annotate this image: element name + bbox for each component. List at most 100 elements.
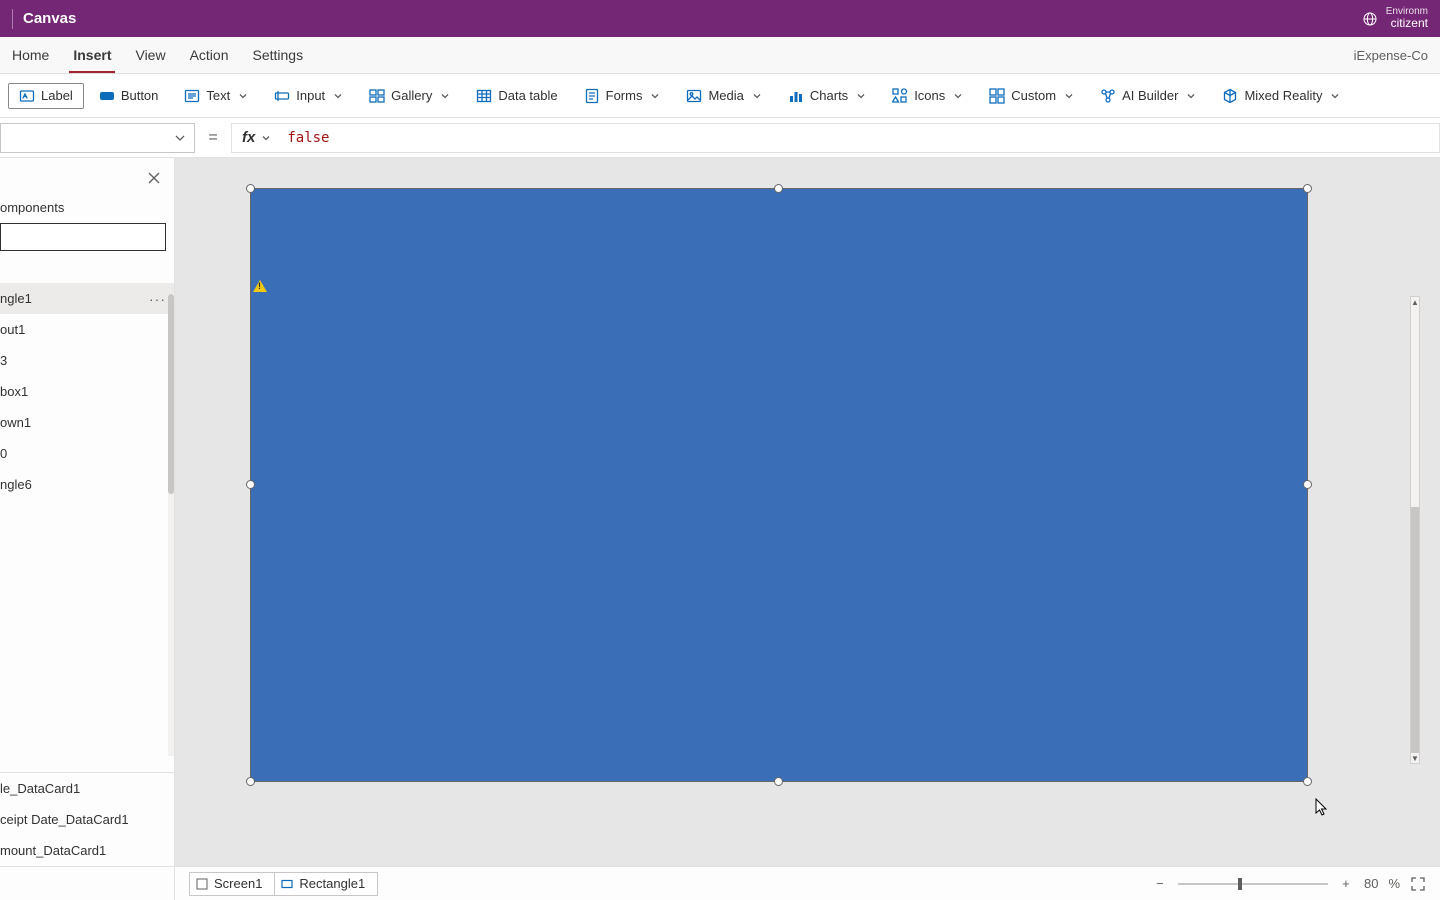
tree-item[interactable]: mount_DataCard1 [0,835,174,866]
icons-button[interactable]: Icons [881,83,974,109]
rectangle-icon [281,878,293,890]
button-button[interactable]: Button [88,83,170,109]
tab-action[interactable]: Action [178,37,241,73]
chevron-down-icon [856,91,866,101]
label-button[interactable]: Label [8,83,84,109]
tab-home[interactable]: Home [0,37,61,73]
title-bar-left: Canvas [12,9,76,29]
input-button[interactable]: Input [263,83,354,109]
app-name-label: iExpense-Co [1354,48,1432,63]
datatable-icon [476,88,492,104]
scroll-thumb[interactable] [1411,507,1419,753]
chevron-down-icon [1186,91,1196,101]
forms-button-text: Forms [606,88,643,103]
tree-item-label: ngle1 [0,291,32,306]
zoom-out-button[interactable]: − [1152,876,1168,892]
fullscreen-icon[interactable] [1410,876,1426,892]
forms-button[interactable]: Forms [573,83,672,109]
more-icon[interactable]: ··· [149,291,166,307]
tree-item[interactable]: box1 [0,376,174,407]
resize-handle[interactable] [246,777,255,786]
tree-item[interactable]: ngle1 ··· [0,283,174,314]
title-divider [12,9,13,29]
breadcrumb-label: Rectangle1 [299,876,365,891]
resize-handle[interactable] [1303,480,1312,489]
zoom-in-button[interactable]: + [1338,876,1354,892]
chevron-down-icon [333,91,343,101]
custom-button[interactable]: Custom [978,83,1085,109]
gallery-button-text: Gallery [391,88,432,103]
chevron-down-icon [261,133,271,143]
title-bar: Canvas Environm citizent [0,0,1440,37]
forms-icon [584,88,600,104]
chevron-down-icon [440,91,450,101]
breadcrumb: Screen1 Rectangle1 [189,872,378,896]
tree-item[interactable]: 0 [0,438,174,469]
resize-handle[interactable] [246,184,255,193]
tree-item[interactable]: le_DataCard1 [0,773,174,804]
media-icon [686,88,702,104]
menu-bar: Home Insert View Action Settings iExpens… [0,37,1440,74]
tab-view[interactable]: View [123,37,177,73]
media-button[interactable]: Media [675,83,772,109]
resize-handle[interactable] [774,184,783,193]
aibuilder-button[interactable]: AI Builder [1089,83,1207,109]
resize-handle[interactable] [1303,777,1312,786]
selected-rectangle[interactable] [250,188,1308,782]
tree-item-label: 0 [0,446,7,461]
breadcrumb-rectangle[interactable]: Rectangle1 [274,872,378,896]
tree-item-label: mount_DataCard1 [0,843,106,858]
scroll-up-icon[interactable]: ▲ [1411,297,1419,307]
property-dropdown[interactable] [0,123,195,153]
tree-item[interactable]: own1 [0,407,174,438]
media-button-text: Media [708,88,743,103]
environment-icon [1362,11,1378,27]
custom-icon [989,88,1005,104]
side-status-gap [0,866,175,900]
icons-icon [892,88,908,104]
zoom-value: 80 [1364,876,1378,891]
charts-button-text: Charts [810,88,848,103]
scroll-down-icon[interactable]: ▼ [1411,753,1419,763]
tab-insert[interactable]: Insert [61,37,123,73]
chevron-down-icon [1330,91,1340,101]
breadcrumb-screen[interactable]: Screen1 [189,872,275,896]
chevron-down-icon [953,91,963,101]
text-icon [184,88,200,104]
resize-handle[interactable] [246,480,255,489]
mixedreality-button[interactable]: Mixed Reality [1211,83,1351,109]
aibuilder-button-text: AI Builder [1122,88,1178,103]
canvas-area[interactable]: ▲ ▼ [175,158,1440,866]
close-icon[interactable] [146,170,162,186]
resize-handle[interactable] [1303,184,1312,193]
formula-input[interactable] [275,123,1440,153]
resize-handle[interactable] [774,777,783,786]
text-button[interactable]: Text [173,83,259,109]
environment-value: citizent [1386,17,1428,30]
chevron-down-icon [752,91,762,101]
fx-button[interactable]: fx [231,123,275,153]
tree-item[interactable]: ceipt Date_DataCard1 [0,804,174,835]
tab-settings[interactable]: Settings [241,37,316,73]
environment-badge[interactable]: Environm citizent [1362,6,1428,30]
tree-item[interactable]: 3 [0,345,174,376]
tree-item[interactable]: ngle6 [0,469,174,500]
datatable-button[interactable]: Data table [465,83,568,109]
tree-bottom-list: le_DataCard1 ceipt Date_DataCard1 mount_… [0,772,174,866]
tree-list: ngle1 ··· out1 3 box1 own1 0 ngle6 [0,283,174,772]
equals-label: = [195,129,231,147]
screen-icon [196,878,208,890]
tree-item-label: box1 [0,384,28,399]
zoom-slider-thumb[interactable] [1238,878,1242,890]
scroll-track[interactable] [1411,307,1419,753]
warning-icon[interactable] [253,280,267,292]
tree-item[interactable]: out1 [0,314,174,345]
insert-ribbon: Label Button Text Input Gallery Data tab… [0,74,1440,118]
gallery-button[interactable]: Gallery [358,83,461,109]
form-scrollbar[interactable]: ▲ ▼ [1410,296,1420,764]
tree-search-input[interactable] [0,223,166,251]
panel-scrollbar-thumb[interactable] [168,294,174,494]
components-tab[interactable]: omponents [0,158,174,223]
charts-button[interactable]: Charts [777,83,877,109]
zoom-slider[interactable] [1178,883,1328,885]
